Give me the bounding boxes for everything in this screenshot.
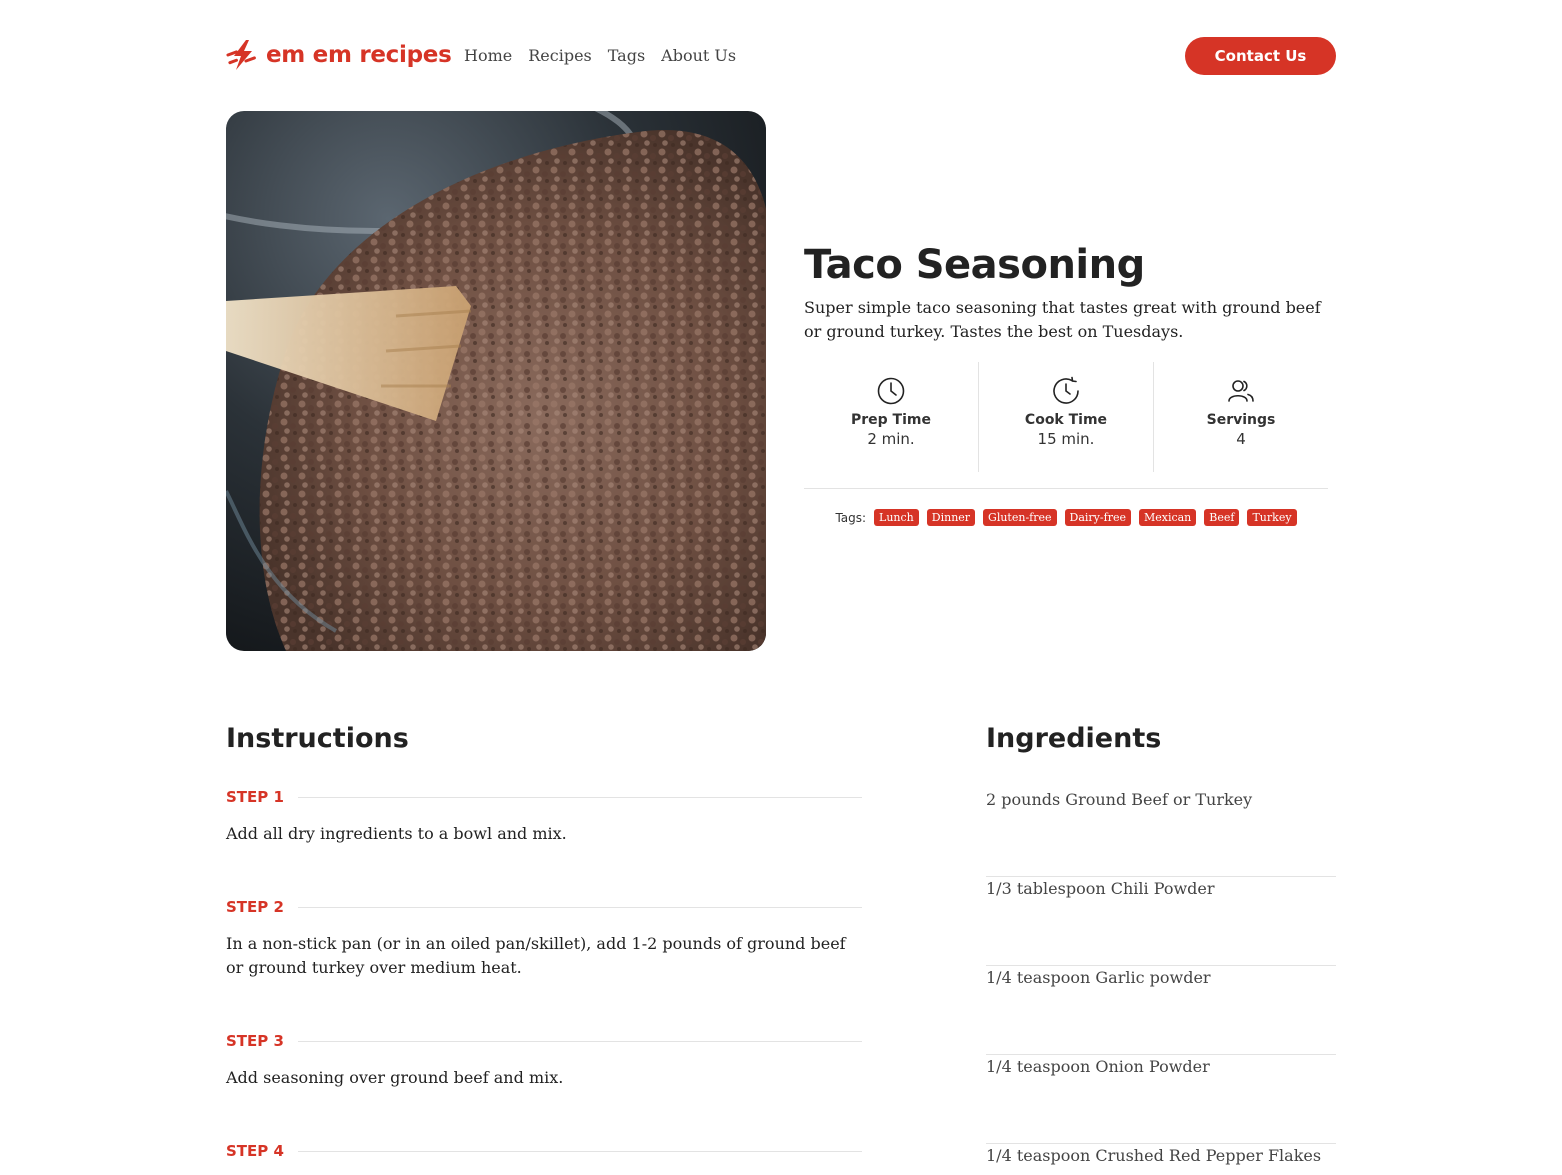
cook-time-value: 15 min.: [1037, 430, 1095, 448]
step-header: STEP 2: [226, 898, 862, 916]
ingredient-item: 1/4 teaspoon Crushed Red Pepper Flakes: [986, 1144, 1336, 1175]
clock-refresh-icon: [1053, 376, 1079, 404]
recipe-title: Taco Seasoning: [804, 242, 1145, 288]
prep-time-stat: Prep Time 2 min.: [804, 362, 978, 472]
main-nav: Home Recipes Tags About Us: [464, 46, 736, 65]
step-1: STEP 1 Add all dry ingredients to a bowl…: [226, 788, 862, 846]
cook-time-label: Cook Time: [1024, 412, 1108, 428]
nav-about-us[interactable]: About Us: [661, 46, 736, 65]
step-label: STEP 4: [226, 1142, 284, 1160]
tag-turkey[interactable]: Turkey: [1247, 509, 1297, 526]
step-text: In a non-stick pan (or in an oiled pan/s…: [226, 934, 846, 977]
recipe-stats: Prep Time 2 min. Cook Time 15 min. Servi…: [804, 362, 1328, 489]
ingredient-item: 2 pounds Ground Beef or Turkey: [986, 788, 1336, 877]
divider: [297, 1150, 862, 1152]
nav-home[interactable]: Home: [464, 46, 512, 65]
divider: [297, 906, 862, 908]
step-label: STEP 3: [226, 1032, 284, 1050]
logo-icon: [226, 40, 256, 70]
tag-lunch[interactable]: Lunch: [874, 509, 919, 526]
ingredient-item: 1/4 teaspoon Onion Powder: [986, 1055, 1336, 1144]
step-header: STEP 1: [226, 788, 862, 806]
divider: [297, 796, 862, 798]
users-icon: [1228, 380, 1254, 402]
contact-us-button[interactable]: Contact Us: [1185, 37, 1336, 75]
cook-time-stat: Cook Time 15 min.: [978, 362, 1153, 472]
tag-beef[interactable]: Beef: [1204, 509, 1240, 526]
recipe-image: [226, 111, 766, 651]
step-text: Add seasoning over ground beef and mix.: [226, 1068, 564, 1087]
tag-list: Tags: Lunch Dinner Gluten-free Dairy-fre…: [804, 509, 1328, 526]
site-header: em em recipes Home Recipes Tags About Us…: [0, 0, 1562, 110]
divider: [297, 1040, 862, 1042]
tag-dairy-free[interactable]: Dairy-free: [1064, 509, 1131, 526]
step-label: STEP 1: [226, 788, 284, 806]
prep-time-label: Prep Time: [851, 412, 931, 428]
nav-recipes[interactable]: Recipes: [528, 46, 592, 65]
recipe-summary: Taco Seasoning Super simple taco seasoni…: [804, 240, 1336, 526]
instructions-section: Instructions STEP 1 Add all dry ingredie…: [226, 722, 862, 1160]
ingredient-item: 1/3 tablespoon Chili Powder: [986, 877, 1336, 966]
step-header: STEP 3: [226, 1032, 862, 1050]
ingredients-title: Ingredients: [986, 723, 1162, 754]
clock-icon: [877, 377, 905, 405]
prep-time-value: 2 min.: [867, 430, 915, 448]
step-4: STEP 4: [226, 1142, 862, 1160]
instructions-title: Instructions: [226, 723, 409, 754]
ingredient-item: 1/4 teaspoon Garlic powder: [986, 966, 1336, 1055]
step-header: STEP 4: [226, 1142, 862, 1160]
tags-label: Tags:: [835, 510, 867, 525]
servings-value: 4: [1236, 430, 1246, 448]
tag-mexican[interactable]: Mexican: [1138, 509, 1197, 526]
ground-beef-photo-icon: [226, 111, 766, 651]
step-3: STEP 3 Add seasoning over ground beef an…: [226, 1032, 862, 1090]
servings-stat: Servings 4: [1153, 362, 1328, 472]
tag-gluten-free[interactable]: Gluten-free: [983, 509, 1057, 526]
brand-name: em em recipes: [266, 42, 452, 68]
recipe-description: Super simple taco seasoning that tastes …: [804, 298, 1321, 341]
ingredients-section: Ingredients 2 pounds Ground Beef or Turk…: [986, 722, 1336, 1165]
step-2: STEP 2 In a non-stick pan (or in an oile…: [226, 898, 862, 980]
step-text: Add all dry ingredients to a bowl and mi…: [226, 824, 567, 843]
step-label: STEP 2: [226, 898, 284, 916]
servings-label: Servings: [1206, 412, 1276, 428]
nav-tags[interactable]: Tags: [608, 46, 645, 65]
logo[interactable]: em em recipes: [226, 38, 452, 72]
tag-dinner[interactable]: Dinner: [926, 509, 976, 526]
